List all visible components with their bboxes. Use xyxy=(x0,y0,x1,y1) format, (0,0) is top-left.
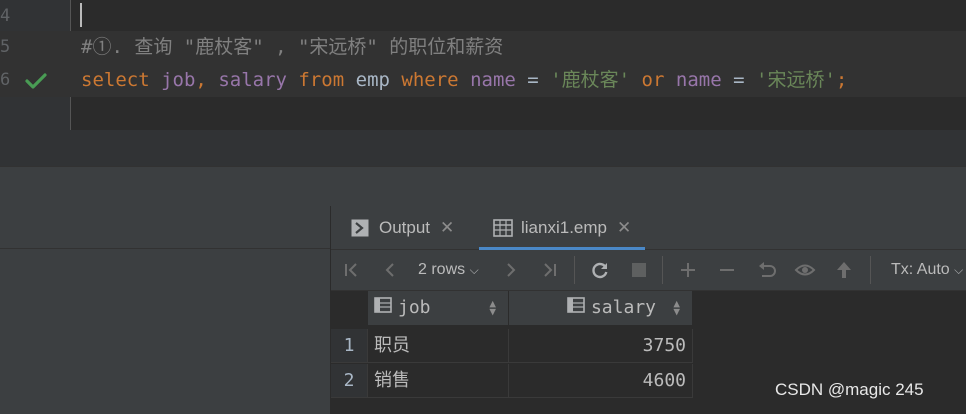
sql-column-job: job xyxy=(161,69,196,91)
sql-column-name: name xyxy=(470,69,516,91)
sql-string: '宋远桥' xyxy=(756,69,836,91)
submit-arrow-up-icon[interactable] xyxy=(830,256,858,284)
watermark: CSDN @magic 245 xyxy=(775,380,924,399)
revert-icon[interactable] xyxy=(752,256,780,284)
sql-statement: select job, salary from emp where name =… xyxy=(81,64,847,97)
cell-salary[interactable]: 3750 xyxy=(509,329,693,363)
tab-label: Output xyxy=(379,217,431,237)
rows-count-label: 2 rows xyxy=(418,261,466,278)
transaction-mode-selector[interactable]: Tx: Auto ⌵ xyxy=(891,250,963,290)
sql-operator: = xyxy=(527,69,539,91)
tab-label: lianxi1.emp xyxy=(521,217,607,237)
table-row[interactable]: 1 职员 3750 xyxy=(331,329,693,364)
cell-job[interactable]: 销售 xyxy=(368,364,509,398)
column-header-label: salary xyxy=(590,297,656,318)
check-icon xyxy=(24,64,48,97)
refresh-icon[interactable] xyxy=(586,256,614,284)
close-icon[interactable]: ✕ xyxy=(617,218,631,238)
editor-line[interactable]: 4 xyxy=(0,0,966,33)
tab-output[interactable]: Output ✕ xyxy=(351,206,454,249)
sql-semicolon: ; xyxy=(835,69,848,91)
chevron-down-icon: ⌵ xyxy=(954,263,964,277)
next-page-icon[interactable] xyxy=(497,256,525,284)
sql-table-name: emp xyxy=(355,69,390,91)
table-icon xyxy=(493,218,513,237)
sql-column-salary: salary xyxy=(218,69,287,91)
sql-operator: = xyxy=(733,69,745,91)
tool-window-strip xyxy=(0,166,966,207)
close-icon[interactable]: ✕ xyxy=(440,218,454,238)
add-row-icon[interactable] xyxy=(674,256,702,284)
line-number: 4 xyxy=(0,6,11,26)
column-icon xyxy=(374,291,392,325)
cell-salary[interactable]: 4600 xyxy=(509,364,693,398)
text-caret xyxy=(80,3,82,27)
toolbar-separator xyxy=(870,256,871,284)
sort-icon[interactable]: ▲ ▼ xyxy=(673,291,680,325)
results-toolbar: 2 rows ⌵ Tx: Auto ⌵ xyxy=(331,250,966,291)
previous-page-icon[interactable] xyxy=(376,256,404,284)
column-header-label: job xyxy=(398,297,431,318)
line-number: 6 xyxy=(0,70,11,90)
toolbar-separator xyxy=(574,256,575,284)
ide-window: 4 5 #①. 查询 "鹿杖客" , "宋远桥" 的职位和薪资 6 select… xyxy=(0,0,966,414)
editor-line[interactable]: 6 select job, salary from emp where name… xyxy=(0,64,966,97)
first-page-icon[interactable] xyxy=(338,256,366,284)
row-number[interactable]: 1 xyxy=(331,329,368,363)
view-query-icon[interactable] xyxy=(791,256,819,284)
sql-keyword-select: select xyxy=(81,69,150,91)
table-row[interactable]: 2 销售 4600 xyxy=(331,364,693,399)
sql-editor[interactable]: 4 5 #①. 查询 "鹿杖客" , "宋远桥" 的职位和薪资 6 select… xyxy=(0,0,966,130)
column-header-salary[interactable]: salary ▲ ▼ xyxy=(509,291,693,325)
delete-row-icon[interactable] xyxy=(713,256,741,284)
sql-keyword-or: or xyxy=(641,69,665,91)
tab-table-lianxi1-emp[interactable]: lianxi1.emp ✕ xyxy=(479,206,646,250)
chevron-down-icon: ⌵ xyxy=(469,263,479,277)
results-tabs: Output ✕ lianxi1.emp ✕ xyxy=(331,206,966,250)
line-number: 5 xyxy=(0,37,11,57)
toolbar-separator xyxy=(662,256,663,284)
console-icon xyxy=(351,219,369,237)
stop-icon[interactable] xyxy=(625,256,653,284)
transaction-mode-label: Tx: Auto xyxy=(891,261,950,278)
editor-status-strip xyxy=(0,130,966,166)
sql-comment: #①. 查询 "鹿杖客" , "宋远桥" 的职位和薪资 xyxy=(81,36,504,58)
cell-job[interactable]: 职员 xyxy=(368,329,509,363)
column-icon xyxy=(567,291,585,325)
sql-keyword-where: where xyxy=(401,69,459,91)
row-number[interactable]: 2 xyxy=(331,364,368,398)
editor-line[interactable]: 5 #①. 查询 "鹿杖客" , "宋远桥" 的职位和薪资 xyxy=(0,31,966,64)
sql-keyword-from: from xyxy=(298,69,345,91)
sql-comma: , xyxy=(195,69,207,91)
services-tree-header xyxy=(0,206,330,249)
grid-header-row: job ▲ ▼ salary ▲ ▼ xyxy=(331,291,693,326)
sql-column-name: name xyxy=(675,69,722,91)
grid-corner xyxy=(331,291,368,325)
sql-string: '鹿杖客' xyxy=(550,69,631,91)
page-size-selector[interactable]: 2 rows ⌵ xyxy=(418,250,479,290)
column-header-job[interactable]: job ▲ ▼ xyxy=(368,291,509,325)
last-page-icon[interactable] xyxy=(535,256,563,284)
sort-icon[interactable]: ▲ ▼ xyxy=(489,291,496,325)
services-tree-pane[interactable] xyxy=(0,206,331,414)
